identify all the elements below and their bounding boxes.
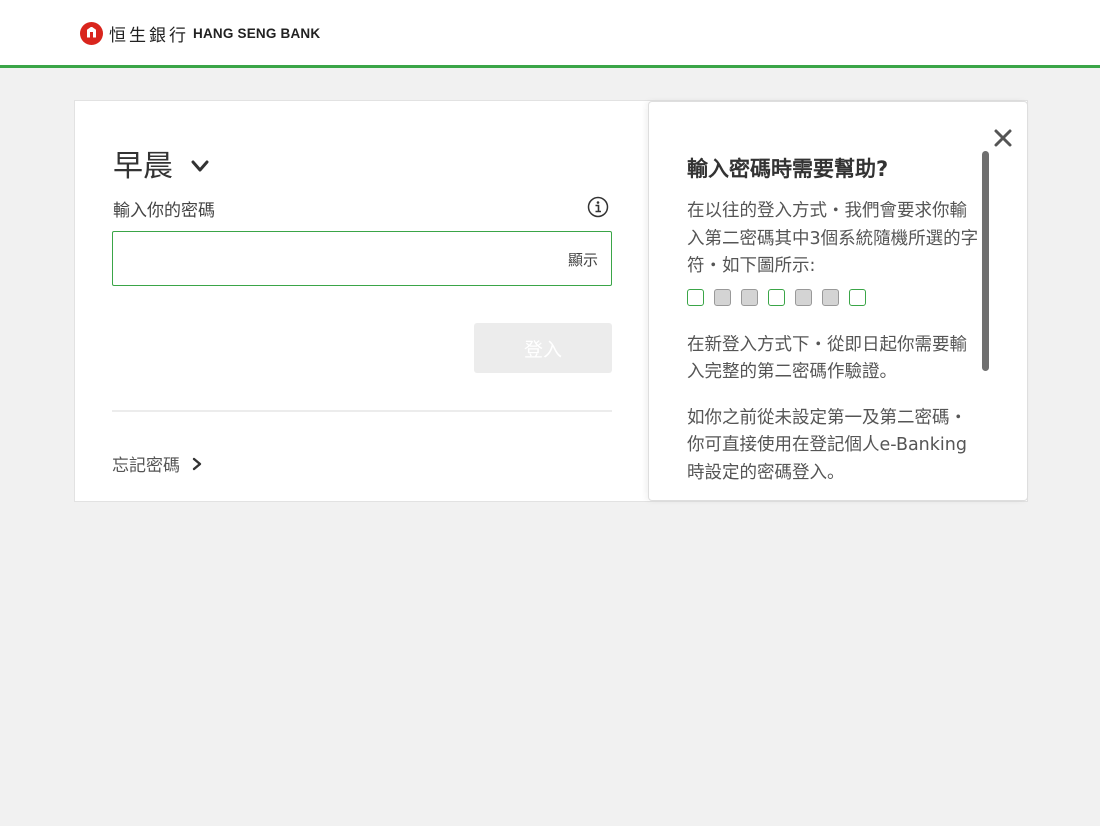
- help-paragraph-3: 如你之前從未設定第一及第二密碼・你可直接使用在登記個人e-Banking時設定的…: [687, 407, 967, 483]
- forgot-password-label: 忘記密碼: [112, 456, 180, 476]
- forgot-password-link[interactable]: 忘記密碼: [112, 451, 204, 476]
- password-char-box: [768, 288, 785, 306]
- password-help-panel: 輸入密碼時需要幫助? 在以往的登入方式・我們會要求你輸入第二密碼其中3個系統隨機…: [648, 101, 1028, 501]
- chevron-right-icon: [192, 457, 202, 470]
- password-char-box: [822, 288, 839, 306]
- chevron-down-icon[interactable]: [189, 155, 211, 177]
- close-icon[interactable]: [993, 128, 1013, 148]
- top-header: 恒生銀行 HANG SENG BANK: [0, 0, 1100, 68]
- help-paragraph-2: 在新登入方式下・從即日起你需要輸入完整的第二密碼作驗證。: [687, 334, 967, 383]
- help-content: 在以往的登入方式・我們會要求你輸入第二密碼其中3個系統隨機所選的字符・如下圖所示…: [687, 198, 983, 487]
- show-password-button[interactable]: 顯示: [568, 249, 598, 270]
- hang-seng-logo-icon: [80, 21, 103, 45]
- password-char-box: [687, 288, 704, 306]
- password-field: 顯示: [112, 231, 612, 286]
- password-char-box: [795, 288, 812, 306]
- help-panel-scrollbar[interactable]: [982, 151, 989, 371]
- hang-seng-logo[interactable]: 恒生銀行 HANG SENG BANK: [80, 21, 321, 46]
- password-input[interactable]: [123, 244, 543, 274]
- password-char-box: [714, 288, 731, 306]
- password-char-box: [849, 288, 866, 306]
- info-icon[interactable]: [587, 196, 609, 218]
- greeting-text: 早晨: [113, 149, 173, 184]
- password-char-box: [741, 288, 758, 306]
- password-label: 輸入你的密碼: [113, 201, 215, 221]
- greeting-selector[interactable]: 早晨: [113, 141, 211, 185]
- password-character-boxes: [687, 288, 983, 306]
- help-paragraph-1: 在以往的登入方式・我們會要求你輸入第二密碼其中3個系統隨機所選的字符・如下圖所示…: [687, 201, 979, 276]
- login-button[interactable]: 登入: [474, 323, 612, 373]
- help-title: 輸入密碼時需要幫助?: [687, 157, 889, 181]
- logo-chinese-name: 恒生銀行: [109, 25, 189, 46]
- logo-english-name: HANG SENG BANK: [193, 25, 321, 41]
- divider: [112, 410, 612, 412]
